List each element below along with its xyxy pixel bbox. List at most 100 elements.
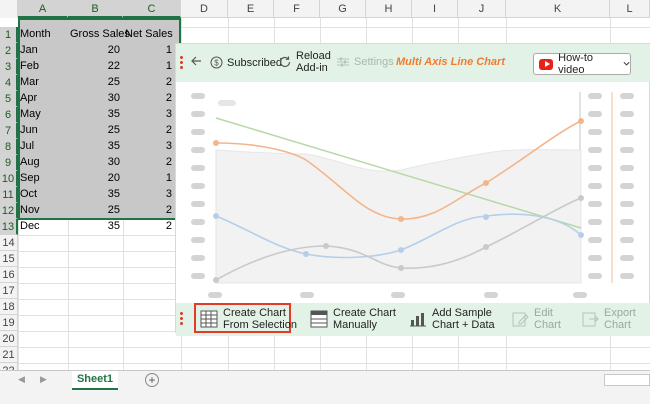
header-cell[interactable]: Gross Sales: [68, 26, 130, 42]
column-header-j[interactable]: J: [458, 0, 506, 18]
table-cell[interactable]: 25: [68, 122, 123, 138]
create-from-selection-label-2: From Selection: [223, 319, 297, 331]
table-cell[interactable]: 1: [123, 58, 175, 74]
table-cell[interactable]: 3: [123, 186, 175, 202]
row-header-5[interactable]: 5: [0, 91, 18, 107]
row-header-8[interactable]: 8: [0, 139, 18, 155]
table-cell[interactable]: Feb: [18, 58, 68, 74]
column-header-f[interactable]: F: [274, 0, 320, 18]
row-header-15[interactable]: 15: [0, 251, 18, 267]
table-cell[interactable]: 3: [123, 106, 175, 122]
howto-video-dropdown[interactable]: How-to video: [533, 52, 631, 76]
row-header-10[interactable]: 10: [0, 171, 18, 187]
edit-chart-icon: [512, 312, 529, 327]
grid-line-horizontal: [18, 347, 650, 348]
column-header-b[interactable]: B: [68, 0, 123, 18]
add-sheet-button[interactable]: +: [145, 373, 159, 387]
table-cell[interactable]: 20: [68, 170, 123, 186]
table-cell[interactable]: Sep: [18, 170, 68, 186]
row-header-1[interactable]: 1: [0, 27, 18, 43]
table-cell[interactable]: 2: [123, 90, 175, 106]
row-header-13[interactable]: 13: [0, 219, 18, 235]
table-cell[interactable]: 20: [68, 42, 123, 58]
settings-button[interactable]: Settings: [336, 56, 394, 68]
row-header-3[interactable]: 3: [0, 59, 18, 75]
column-header-l[interactable]: L: [610, 0, 650, 18]
create-manually-label-1: Create Chart: [333, 307, 396, 319]
row-header-7[interactable]: 7: [0, 123, 18, 139]
create-chart-manually-button[interactable]: Create Chart Manually: [310, 307, 396, 331]
table-cell[interactable]: 2: [123, 218, 175, 234]
column-header-c[interactable]: C: [123, 0, 181, 18]
row-header-16[interactable]: 16: [0, 267, 18, 283]
add-sample-chart-button[interactable]: Add Sample Chart + Data: [409, 307, 495, 331]
edit-chart-button[interactable]: Edit Chart: [511, 307, 561, 331]
table-cell[interactable]: 30: [68, 154, 123, 170]
subscribed-button[interactable]: $ Subscribed: [210, 56, 282, 69]
sheet-nav-prev-icon[interactable]: ◀: [18, 374, 25, 385]
row-header-20[interactable]: 20: [0, 331, 18, 347]
table-cell[interactable]: 1: [123, 170, 175, 186]
header-cell[interactable]: Net Sales: [123, 26, 175, 42]
table-list-icon: [310, 310, 328, 328]
table-cell[interactable]: 35: [68, 106, 123, 122]
row-header-17[interactable]: 17: [0, 283, 18, 299]
create-chart-from-selection-button[interactable]: Create Chart From Selection: [200, 307, 297, 331]
row-header-21[interactable]: 21: [0, 347, 18, 363]
row-header-11[interactable]: 11: [0, 187, 18, 203]
back-button[interactable]: [190, 55, 202, 67]
select-all-corner[interactable]: [0, 0, 18, 18]
settings-label: Settings: [354, 56, 394, 68]
subscribed-label: Subscribed: [227, 56, 283, 69]
table-cell[interactable]: 1: [123, 42, 175, 58]
table-cell[interactable]: Dec: [18, 218, 68, 234]
table-cell[interactable]: 35: [68, 218, 123, 234]
reload-addin-button[interactable]: Reload Add-in: [278, 50, 331, 74]
table-cell[interactable]: Jan: [18, 42, 68, 58]
row-header-12[interactable]: 12: [0, 203, 18, 219]
table-cell[interactable]: 2: [123, 154, 175, 170]
column-header-g[interactable]: G: [320, 0, 366, 18]
row-header-18[interactable]: 18: [0, 299, 18, 315]
row-header-14[interactable]: 14: [0, 235, 18, 251]
table-cell[interactable]: 35: [68, 186, 123, 202]
row-header-6[interactable]: 6: [0, 107, 18, 123]
table-cell[interactable]: 2: [123, 122, 175, 138]
table-cell[interactable]: Mar: [18, 74, 68, 90]
sheet-tab-sheet1[interactable]: Sheet1: [72, 371, 118, 390]
table-cell[interactable]: Jul: [18, 138, 68, 154]
drag-handle-icon[interactable]: [180, 56, 184, 71]
table-cell[interactable]: Apr: [18, 90, 68, 106]
area-series: [215, 149, 582, 284]
column-header-h[interactable]: H: [366, 0, 412, 18]
table-cell[interactable]: 22: [68, 58, 123, 74]
table-grid-icon: [200, 310, 218, 328]
row-header-4[interactable]: 4: [0, 75, 18, 91]
row-header-9[interactable]: 9: [0, 155, 18, 171]
drag-handle-icon[interactable]: [180, 312, 184, 327]
column-header-a[interactable]: A: [18, 0, 68, 18]
column-header-i[interactable]: I: [412, 0, 458, 18]
dollar-circle-icon: $: [210, 56, 223, 69]
row-header-19[interactable]: 19: [0, 315, 18, 331]
sheet-nav-next-icon[interactable]: ▶: [40, 374, 47, 385]
table-cell[interactable]: 2: [123, 74, 175, 90]
table-cell[interactable]: 30: [68, 90, 123, 106]
table-cell[interactable]: 25: [68, 74, 123, 90]
column-header-k[interactable]: K: [506, 0, 610, 18]
table-cell[interactable]: 25: [68, 202, 123, 218]
table-cell[interactable]: Nov: [18, 202, 68, 218]
table-cell[interactable]: 2: [123, 202, 175, 218]
export-chart-button[interactable]: Export Chart: [581, 307, 636, 331]
row-header-2[interactable]: 2: [0, 43, 18, 59]
header-cell[interactable]: Month: [18, 26, 68, 42]
table-cell[interactable]: 3: [123, 138, 175, 154]
column-header-d[interactable]: D: [181, 0, 228, 18]
table-cell[interactable]: Jun: [18, 122, 68, 138]
table-cell[interactable]: May: [18, 106, 68, 122]
table-cell[interactable]: Aug: [18, 154, 68, 170]
table-cell[interactable]: Oct: [18, 186, 68, 202]
column-header-e[interactable]: E: [228, 0, 274, 18]
table-cell[interactable]: 35: [68, 138, 123, 154]
horizontal-scrollbar[interactable]: [604, 374, 650, 386]
